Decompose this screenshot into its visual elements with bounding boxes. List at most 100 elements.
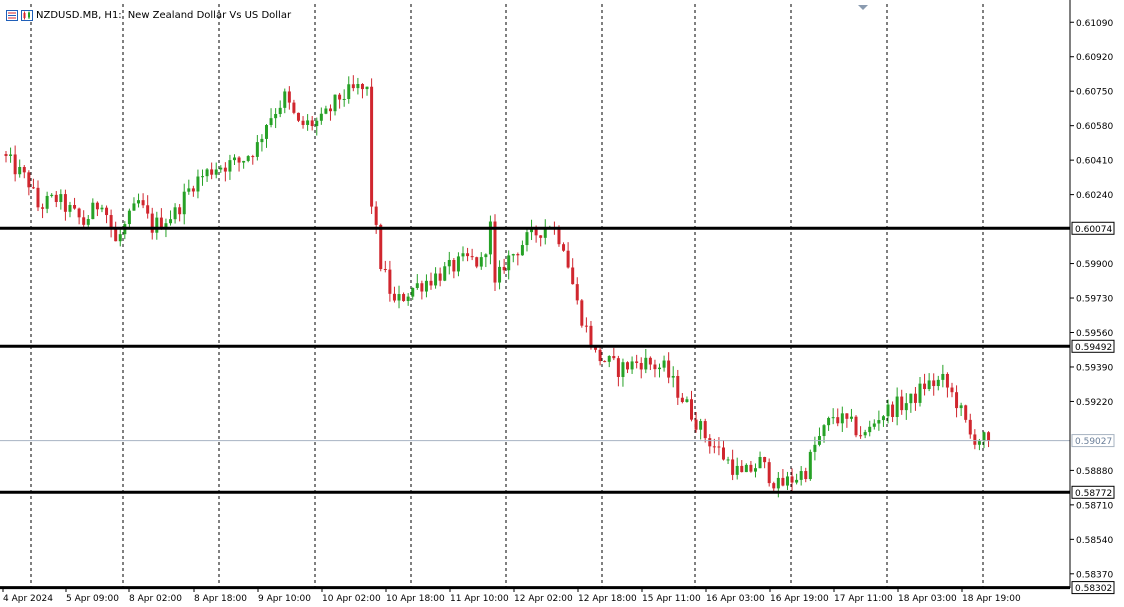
candle-body (498, 266, 502, 283)
candle (306, 114, 310, 131)
candle (699, 418, 703, 440)
candle-body (982, 432, 986, 442)
candle-body (9, 154, 13, 156)
candle (530, 219, 534, 241)
candle-body (310, 120, 314, 127)
candle-body (909, 393, 913, 404)
candle-body (977, 441, 981, 445)
candle (246, 155, 250, 163)
candle (872, 419, 876, 430)
candle-body (571, 267, 575, 285)
candle (31, 178, 35, 189)
price-tick-label: 0.58880 (1076, 467, 1113, 477)
candle (758, 451, 762, 469)
chart-window[interactable]: 0.60074 0.59492 0.58772 0.58302 0.59027 0.61… (0, 0, 1124, 607)
candle-body (763, 456, 767, 463)
candle (191, 185, 195, 197)
candle (658, 363, 662, 378)
price-tick-label: 0.58540 (1076, 536, 1113, 546)
candle (296, 112, 300, 123)
candle-body (690, 399, 693, 420)
candle-body (105, 207, 109, 216)
time-tick-label: 16 Apr 03:00 (706, 594, 765, 604)
candle-body (913, 393, 917, 403)
candle (9, 147, 13, 163)
candle-body (676, 375, 680, 398)
candle-body (799, 471, 803, 480)
price-chart[interactable]: 0.60074 0.59492 0.58772 0.58302 0.59027 0.61… (0, 0, 1124, 607)
candle-body (150, 213, 154, 233)
price-tick-label: 0.60750 (1076, 88, 1113, 98)
candle (315, 117, 319, 136)
time-tick-label: 15 Apr 11:00 (642, 594, 701, 604)
candle (854, 415, 858, 438)
candle-body (703, 421, 707, 439)
candle (155, 211, 159, 240)
candle-body (626, 362, 630, 370)
candle (141, 193, 145, 209)
candle (708, 434, 712, 454)
candle-body (616, 358, 620, 377)
candle-body (406, 296, 410, 302)
candle (479, 252, 483, 270)
candle-body (95, 202, 99, 210)
candle-body (959, 405, 963, 409)
candle-body (82, 217, 86, 225)
chart-list-icon[interactable] (6, 9, 18, 21)
candle (964, 404, 968, 423)
candle (498, 260, 502, 290)
candle (127, 208, 131, 230)
candle-body (4, 154, 8, 156)
candle-body (881, 416, 885, 421)
candle (356, 77, 360, 95)
candle-body (639, 362, 643, 370)
candle-body (520, 245, 524, 256)
candle (612, 347, 616, 361)
horizontal-levels[interactable]: 0.60074 0.59492 0.58772 0.58302 0.59027 (0, 221, 1115, 595)
candle (95, 201, 99, 217)
candle (772, 481, 776, 492)
candle-body (118, 234, 122, 242)
candle (936, 375, 940, 391)
price-tick-label: 0.61090 (1076, 19, 1113, 29)
candle (146, 195, 150, 219)
candle-body (402, 294, 406, 302)
candle (456, 252, 460, 277)
candle-body (923, 383, 927, 390)
candle-body (347, 84, 351, 99)
price-tick-label: 0.59220 (1076, 398, 1113, 408)
candle (429, 272, 433, 290)
candle-body (968, 419, 972, 435)
chart-shift-marker-icon[interactable] (858, 5, 868, 10)
candle (913, 386, 917, 411)
candle-body (712, 446, 716, 448)
candle-body (562, 244, 566, 251)
time-tick-label: 11 Apr 10:00 (450, 594, 509, 604)
candle-body (827, 417, 831, 426)
candle-body (932, 380, 936, 387)
candle-body (283, 91, 287, 108)
candle-body (242, 160, 246, 163)
candle (233, 154, 236, 165)
candle-body (73, 205, 77, 209)
candle (219, 165, 223, 173)
candle (54, 191, 58, 208)
candle (685, 396, 689, 403)
chart-properties-icon[interactable] (21, 9, 33, 21)
candle (397, 285, 401, 309)
candle (690, 390, 693, 422)
candle (735, 457, 739, 480)
candle (520, 240, 524, 256)
time-scale[interactable]: 4 Apr 2024 5 Apr 09:00 8 Apr 02:00 8 Apr 18… (2, 588, 1021, 604)
candle-body (790, 476, 794, 483)
candle (836, 408, 840, 427)
candle-body (388, 269, 392, 294)
candle-body (100, 207, 104, 210)
candle-body (987, 432, 991, 441)
candle (982, 431, 986, 449)
candle (402, 292, 406, 302)
candle (653, 359, 657, 378)
level-price-label: 0.58302 (1075, 584, 1112, 594)
candle-body (895, 396, 899, 417)
candle (41, 203, 45, 219)
